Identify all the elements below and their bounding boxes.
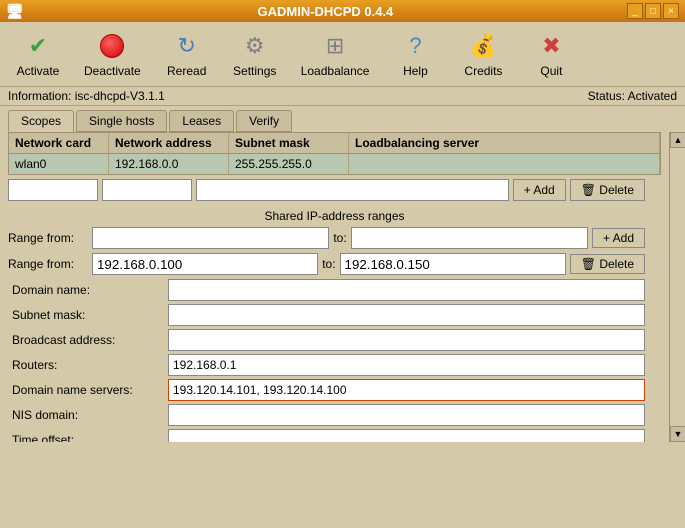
delete-button[interactable]: 🗑 Delete — [570, 179, 645, 201]
input-broadcast[interactable] — [168, 329, 645, 351]
add-input-3[interactable] — [196, 179, 509, 201]
range-to-label-2: to: — [322, 257, 335, 271]
window-title: GADMIN-DHCPD 0.4.4 — [24, 4, 627, 19]
app-icon: 🖥 — [6, 3, 24, 20]
field-row-broadcast: Broadcast address: — [8, 329, 645, 351]
input-domain-name[interactable] — [168, 279, 645, 301]
label-subnet-mask: Subnet mask: — [8, 308, 168, 322]
activate-icon: ✔ — [22, 30, 54, 62]
add-button[interactable]: + Add — [513, 179, 566, 201]
table-header: Network card Network address Subnet mask… — [8, 132, 661, 154]
range-from-input-1[interactable] — [92, 227, 329, 249]
label-broadcast: Broadcast address: — [8, 333, 168, 347]
status-left: Information: isc-dhcpd-V3.1.1 — [8, 89, 165, 103]
range-from-label-2: Range from: — [8, 257, 88, 271]
maximize-button[interactable]: □ — [645, 3, 661, 19]
close-button[interactable]: × — [663, 3, 679, 19]
quit-icon: ✖ — [535, 30, 567, 62]
vertical-scrollbar[interactable]: ▲ ▼ — [669, 132, 685, 442]
table-row[interactable]: wlan0 192.168.0.0 255.255.255.0 — [8, 154, 661, 175]
form-area: + Add 🗑 Delete Shared IP-address ranges … — [0, 175, 669, 442]
col-network-card: Network card — [9, 133, 109, 153]
main-content: Network card Network address Subnet mask… — [0, 132, 685, 442]
tab-scopes[interactable]: Scopes — [8, 110, 74, 132]
help-button[interactable]: ? Help — [385, 26, 445, 82]
credits-icon: 💰 — [467, 30, 499, 62]
label-nis: NIS domain: — [8, 408, 168, 422]
title-bar: 🖥 GADMIN-DHCPD 0.4.4 _ □ × — [0, 0, 685, 22]
status-bar: Information: isc-dhcpd-V3.1.1 Status: Ac… — [0, 87, 685, 106]
scroll-up-button[interactable]: ▲ — [670, 132, 685, 148]
scroll-down-button[interactable]: ▼ — [670, 426, 685, 442]
cell-address: 192.168.0.0 — [109, 154, 229, 174]
input-subnet-mask[interactable] — [168, 304, 645, 326]
activate-button[interactable]: ✔ Activate — [8, 26, 68, 82]
field-row-dns: Domain name servers: — [8, 379, 645, 401]
tabs-row: Scopes Single hosts Leases Verify — [0, 106, 685, 132]
reread-icon: ↻ — [171, 30, 203, 62]
range-to-label-1: to: — [333, 231, 346, 245]
input-routers[interactable] — [168, 354, 645, 376]
window-controls[interactable]: _ □ × — [627, 3, 679, 19]
tab-leases[interactable]: Leases — [169, 110, 234, 132]
toolbar: ✔ Activate Deactivate ↻ Reread ⚙ Setting… — [0, 22, 685, 87]
input-dns[interactable] — [168, 379, 645, 401]
scroll-track — [670, 148, 685, 442]
label-time-offset: Time offset: — [8, 433, 168, 442]
quit-button[interactable]: ✖ Quit — [521, 26, 581, 82]
col-network-address: Network address — [109, 133, 229, 153]
range-to-input-1[interactable] — [351, 227, 588, 249]
range-row-1: Range from: to: + Add — [8, 227, 645, 249]
inner-scroll: Network card Network address Subnet mask… — [0, 132, 685, 442]
help-icon: ? — [399, 30, 431, 62]
reread-button[interactable]: ↻ Reread — [157, 26, 217, 82]
loadbalance-button[interactable]: ⊞ Loadbalance — [293, 26, 378, 82]
cell-card: wlan0 — [9, 154, 109, 174]
tab-single-hosts[interactable]: Single hosts — [76, 110, 167, 132]
col-loadbalancing-server: Loadbalancing server — [349, 133, 660, 153]
field-row-domain-name: Domain name: — [8, 279, 645, 301]
deactivate-button[interactable]: Deactivate — [76, 26, 149, 82]
label-dns: Domain name servers: — [8, 383, 168, 397]
settings-icon: ⚙ — [239, 30, 271, 62]
add-input-2[interactable] — [102, 179, 192, 201]
label-domain-name: Domain name: — [8, 283, 168, 297]
cell-mask: 255.255.255.0 — [229, 154, 349, 174]
field-row-time-offset: Time offset: — [8, 429, 645, 442]
range-row-2: Range from: to: 🗑 Delete — [8, 253, 645, 275]
range-add-button[interactable]: + Add — [592, 228, 645, 248]
deactivate-icon — [96, 30, 128, 62]
field-row-nis: NIS domain: — [8, 404, 645, 426]
cell-server — [349, 154, 660, 174]
range-from-input-2[interactable] — [92, 253, 318, 275]
loadbalance-icon: ⊞ — [319, 30, 351, 62]
shared-ip-title: Shared IP-address ranges — [8, 205, 661, 227]
input-time-offset[interactable] — [168, 429, 645, 442]
credits-button[interactable]: 💰 Credits — [453, 26, 513, 82]
label-routers: Routers: — [8, 358, 168, 372]
minimize-button[interactable]: _ — [627, 3, 643, 19]
field-row-subnet-mask: Subnet mask: — [8, 304, 645, 326]
field-row-routers: Routers: — [8, 354, 645, 376]
range-from-label-1: Range from: — [8, 231, 88, 245]
range-to-input-2[interactable] — [340, 253, 566, 275]
status-right: Status: Activated — [588, 89, 677, 103]
range-delete-button[interactable]: 🗑 Delete — [570, 254, 645, 274]
tab-verify[interactable]: Verify — [236, 110, 292, 132]
add-input-1[interactable] — [8, 179, 98, 201]
add-row: + Add 🗑 Delete — [8, 179, 645, 201]
settings-button[interactable]: ⚙ Settings — [225, 26, 285, 82]
col-subnet-mask: Subnet mask — [229, 133, 349, 153]
scroll-section: Network card Network address Subnet mask… — [0, 132, 685, 442]
input-nis[interactable] — [168, 404, 645, 426]
